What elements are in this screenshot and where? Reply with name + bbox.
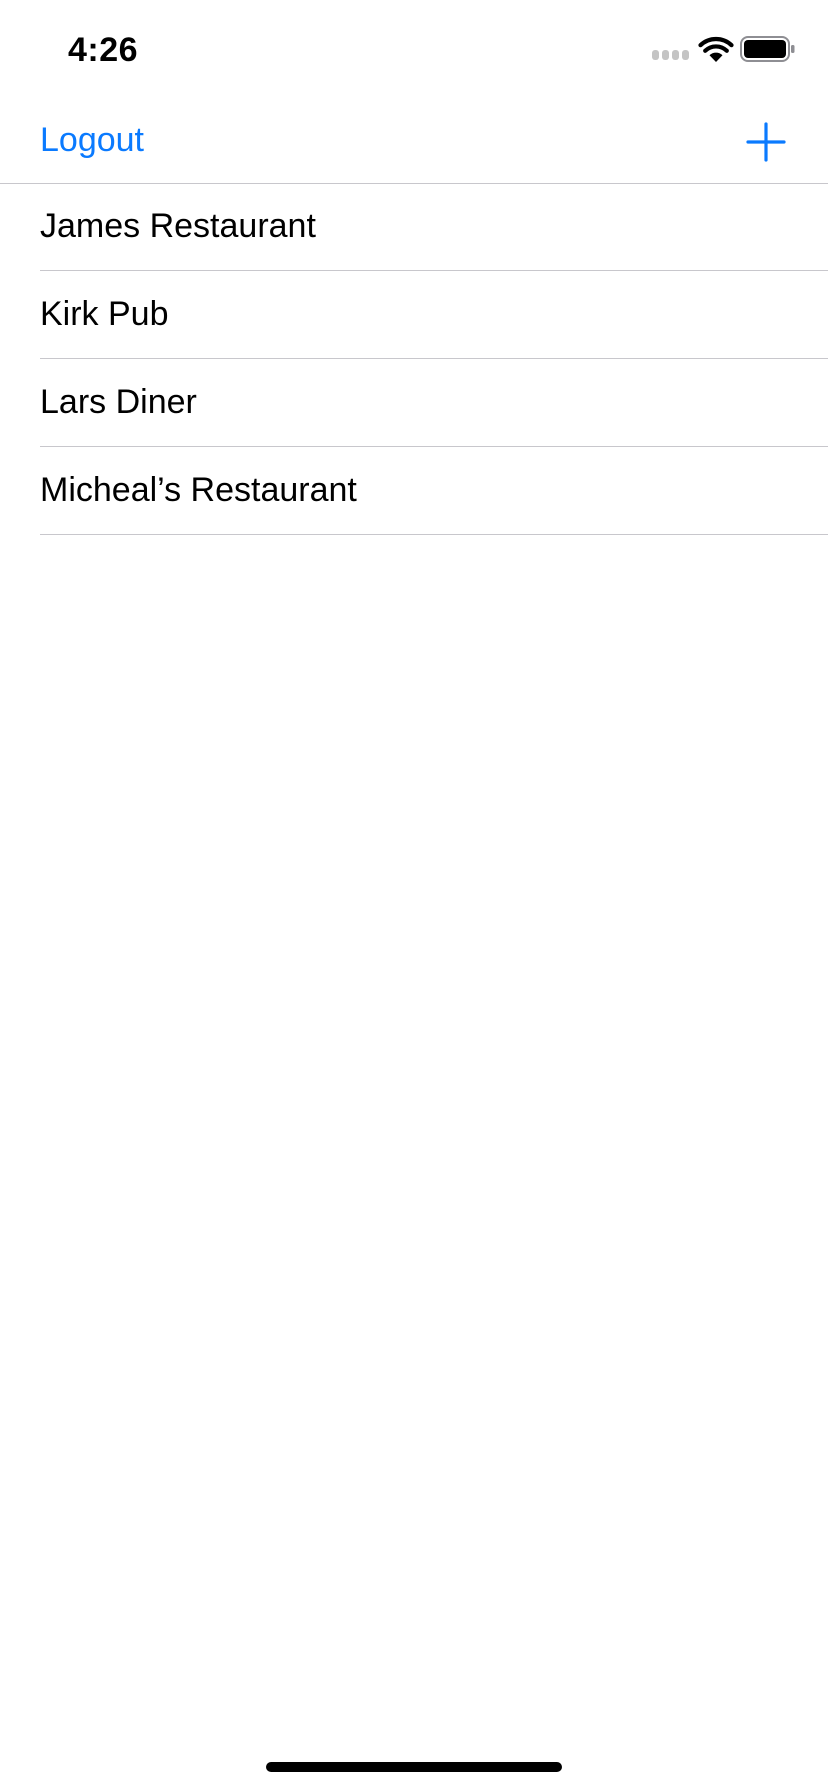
wifi-icon — [698, 36, 734, 62]
status-bar: 4:26 — [0, 0, 828, 100]
list-item-lars-diner[interactable]: Lars Diner — [0, 359, 828, 447]
navigation-bar: Logout — [0, 100, 828, 184]
list-item-micheals-restaurant[interactable]: Micheal’s Restaurant — [0, 447, 828, 535]
list-item-label: Kirk Pub — [40, 295, 169, 333]
plus-icon[interactable] — [744, 120, 788, 164]
signal-icon — [652, 50, 690, 60]
battery-icon — [740, 36, 795, 62]
list-item-james-restaurant[interactable]: James Restaurant — [0, 183, 828, 271]
list-item-label: Micheal’s Restaurant — [40, 471, 357, 509]
status-time: 4:26 — [68, 31, 139, 69]
restaurant-list: James Restaurant Kirk Pub Lars Diner Mic… — [0, 183, 828, 535]
list-item-label: James Restaurant — [40, 207, 316, 245]
logout-button[interactable]: Logout — [40, 118, 144, 162]
home-indicator — [266, 1762, 562, 1772]
list-item-label: Lars Diner — [40, 383, 197, 421]
list-item-kirk-pub[interactable]: Kirk Pub — [0, 271, 828, 359]
